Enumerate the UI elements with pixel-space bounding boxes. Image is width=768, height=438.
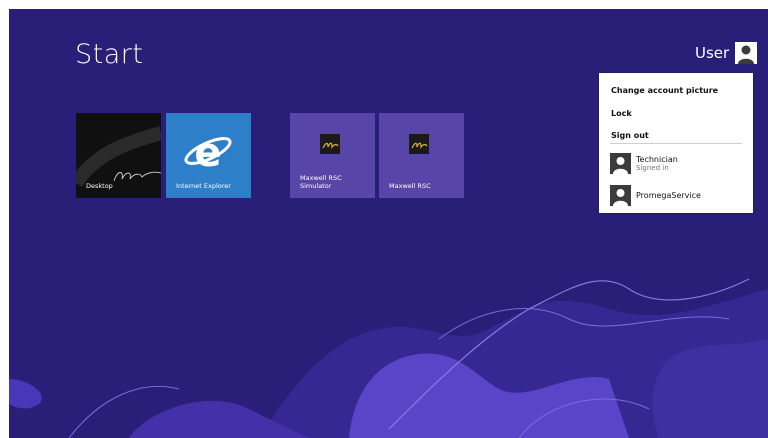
change-account-picture-item[interactable]: Change account picture	[611, 86, 718, 95]
account-status: Signed in	[636, 164, 669, 172]
account-avatar-icon	[610, 185, 631, 206]
user-avatar-icon	[735, 42, 758, 64]
menu-divider	[610, 143, 742, 144]
svg-text:e: e	[194, 130, 221, 176]
account-promegaservice[interactable]: PromegaService	[610, 185, 701, 206]
account-name: Technician	[636, 155, 678, 164]
tile-maxwell-rsc-simulator-label: Maxwell RSC Simulator	[300, 174, 342, 190]
start-screen: Start User Desktop e Internet Explorer M…	[9, 9, 768, 438]
tile-maxwell-rsc-simulator[interactable]: Maxwell RSC Simulator	[290, 113, 375, 198]
tile-desktop-label: Desktop	[86, 182, 113, 190]
start-title: Start	[75, 39, 144, 70]
account-menu: Change account picture Lock Sign out Tec…	[599, 73, 753, 213]
tile-maxwell-rsc-label: Maxwell RSC	[389, 182, 431, 190]
user-name: User	[695, 44, 730, 62]
account-avatar-icon	[610, 153, 631, 174]
maxwell-logo-icon	[409, 134, 429, 154]
user-account-button[interactable]: User	[695, 42, 758, 64]
lock-item[interactable]: Lock	[611, 109, 632, 118]
tile-maxwell-rsc[interactable]: Maxwell RSC	[379, 113, 464, 198]
tile-internet-explorer[interactable]: e Internet Explorer	[166, 113, 251, 198]
tile-desktop[interactable]: Desktop	[76, 113, 161, 198]
sign-out-item[interactable]: Sign out	[611, 131, 649, 140]
tile-internet-explorer-label: Internet Explorer	[176, 182, 231, 190]
account-technician[interactable]: Technician Signed in	[610, 153, 678, 174]
account-name: PromegaService	[636, 191, 701, 200]
maxwell-logo-icon	[320, 134, 340, 154]
